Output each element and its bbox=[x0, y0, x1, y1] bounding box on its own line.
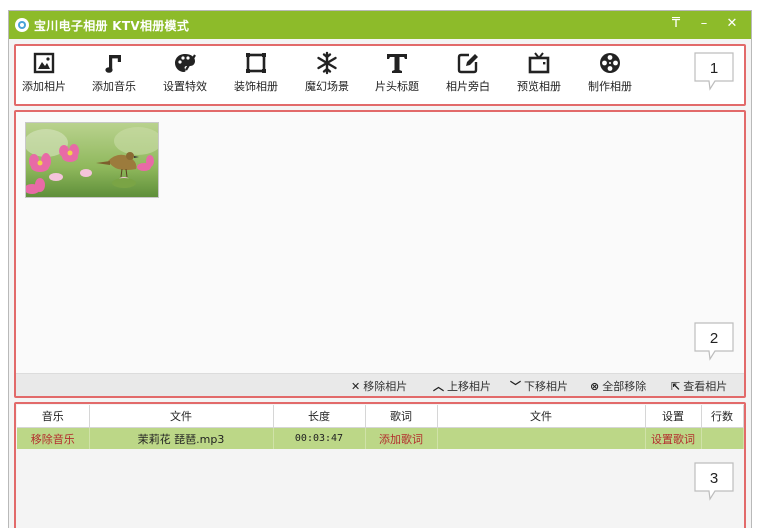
remove-x-icon: ✕ bbox=[351, 380, 361, 393]
make-album-button[interactable]: 制作相册 bbox=[582, 50, 638, 102]
callout-number-1: 1 bbox=[709, 60, 719, 77]
add-photo-label: 添加相片 bbox=[22, 80, 66, 93]
intro-title-button[interactable]: 片头标题 bbox=[369, 50, 425, 102]
lyrics-file-cell bbox=[437, 427, 646, 449]
snowflake-icon bbox=[299, 50, 355, 80]
callout-number-2: 2 bbox=[709, 330, 719, 347]
add-music-button[interactable]: 添加音乐 bbox=[86, 50, 142, 102]
remove-photo-label: 移除相片 bbox=[363, 380, 408, 393]
add-music-label: 添加音乐 bbox=[92, 80, 136, 93]
make-album-label: 制作相册 bbox=[588, 80, 632, 93]
magic-scene-label: 魔幻场景 bbox=[305, 80, 349, 93]
chevron-down-icon: ﹀ bbox=[510, 380, 521, 393]
circle-x-icon: ⊗ bbox=[590, 380, 600, 393]
add-photo-button[interactable]: 添加相片 bbox=[16, 50, 72, 102]
photo-list-panel: ✕ 移除相片 ︿ 上移相片 ﹀ 下移相片 ⊗ 全部移除 ⇱ 查看相片 bbox=[14, 110, 746, 398]
music-note-icon bbox=[86, 50, 142, 80]
title-t-icon bbox=[369, 50, 425, 80]
col-header-lines[interactable]: 行数 bbox=[701, 405, 744, 428]
edit-note-icon bbox=[440, 50, 496, 80]
callout-marker-1: 1 bbox=[693, 51, 735, 93]
music-table: 音乐 文件 长度 歌词 文件 设置 行数 移除音乐 茉莉花 琵琶.mp3 00:… bbox=[17, 405, 744, 449]
intro-title-label: 片头标题 bbox=[375, 80, 419, 93]
callout-marker-2: 2 bbox=[693, 321, 735, 363]
preview-album-button[interactable]: 预览相册 bbox=[511, 50, 567, 102]
remove-all-label: 全部移除 bbox=[602, 380, 647, 393]
music-length-cell: 00:03:47 bbox=[273, 427, 366, 449]
remove-music-link[interactable]: 移除音乐 bbox=[17, 427, 90, 449]
move-down-label: 下移相片 bbox=[524, 380, 568, 393]
music-file-cell: 茉莉花 琵琶.mp3 bbox=[89, 427, 274, 449]
remove-all-button[interactable]: ⊗ 全部移除 bbox=[590, 378, 646, 394]
col-header-lyrics[interactable]: 歌词 bbox=[365, 405, 438, 428]
external-view-icon: ⇱ bbox=[671, 380, 681, 393]
chevron-up-icon: ︿ bbox=[433, 380, 444, 393]
menu-dropdown-button[interactable]: ₸ bbox=[665, 14, 687, 34]
toolbar-panel: 添加相片 添加音乐 设置特效 装饰相册 魔幻场景 片头标题 相片旁白 预览相册 … bbox=[14, 44, 746, 106]
tv-icon bbox=[511, 50, 567, 80]
view-photo-button[interactable]: ⇱ 查看相片 bbox=[671, 378, 727, 394]
palette-icon bbox=[157, 50, 213, 80]
col-header-file[interactable]: 文件 bbox=[89, 405, 274, 428]
decorate-album-label: 装饰相册 bbox=[234, 80, 278, 93]
callout-marker-3: 3 bbox=[693, 461, 735, 503]
move-up-button[interactable]: ︿ 上移相片 bbox=[433, 378, 491, 394]
add-photo-icon bbox=[16, 50, 72, 80]
col-header-music[interactable]: 音乐 bbox=[17, 405, 90, 428]
move-down-button[interactable]: ﹀ 下移相片 bbox=[510, 378, 568, 394]
title-bar: 宝川电子相册 KTV相册模式 ₸ – ✕ bbox=[9, 11, 751, 39]
decorate-album-button[interactable]: 装饰相册 bbox=[228, 50, 284, 102]
set-effects-button[interactable]: 设置特效 bbox=[157, 50, 213, 102]
preview-album-label: 预览相册 bbox=[517, 80, 561, 93]
film-reel-icon bbox=[582, 50, 638, 80]
photo-thumbnail[interactable] bbox=[25, 122, 159, 198]
move-up-label: 上移相片 bbox=[447, 380, 491, 393]
photo-narration-label: 相片旁白 bbox=[446, 80, 490, 93]
table-row[interactable]: 移除音乐 茉莉花 琵琶.mp3 00:03:47 添加歌词 设置歌词 bbox=[17, 427, 744, 449]
col-header-settings[interactable]: 设置 bbox=[645, 405, 702, 428]
add-lyrics-link[interactable]: 添加歌词 bbox=[365, 427, 438, 449]
music-panel: 音乐 文件 长度 歌词 文件 设置 行数 移除音乐 茉莉花 琵琶.mp3 00:… bbox=[14, 402, 746, 528]
lines-cell bbox=[701, 427, 744, 449]
app-logo-icon bbox=[15, 18, 29, 32]
callout-number-3: 3 bbox=[709, 470, 719, 487]
col-header-lyrics-file[interactable]: 文件 bbox=[437, 405, 646, 428]
set-effects-label: 设置特效 bbox=[163, 80, 207, 93]
app-window: 宝川电子相册 KTV相册模式 ₸ – ✕ 添加相片 添加音乐 设置特效 装饰相册… bbox=[8, 10, 752, 528]
close-button[interactable]: ✕ bbox=[721, 14, 743, 34]
photo-actions-bar: ✕ 移除相片 ︿ 上移相片 ﹀ 下移相片 ⊗ 全部移除 ⇱ 查看相片 bbox=[16, 373, 744, 396]
music-table-header: 音乐 文件 长度 歌词 文件 设置 行数 bbox=[17, 405, 744, 428]
remove-photo-button[interactable]: ✕ 移除相片 bbox=[351, 378, 407, 394]
minimize-button[interactable]: – bbox=[693, 14, 715, 34]
view-photo-label: 查看相片 bbox=[683, 380, 728, 393]
photo-narration-button[interactable]: 相片旁白 bbox=[440, 50, 496, 102]
set-lyrics-link[interactable]: 设置歌词 bbox=[645, 427, 702, 449]
frame-icon bbox=[228, 50, 284, 80]
magic-scene-button[interactable]: 魔幻场景 bbox=[299, 50, 355, 102]
col-header-length[interactable]: 长度 bbox=[273, 405, 366, 428]
window-title: 宝川电子相册 KTV相册模式 bbox=[34, 19, 190, 33]
